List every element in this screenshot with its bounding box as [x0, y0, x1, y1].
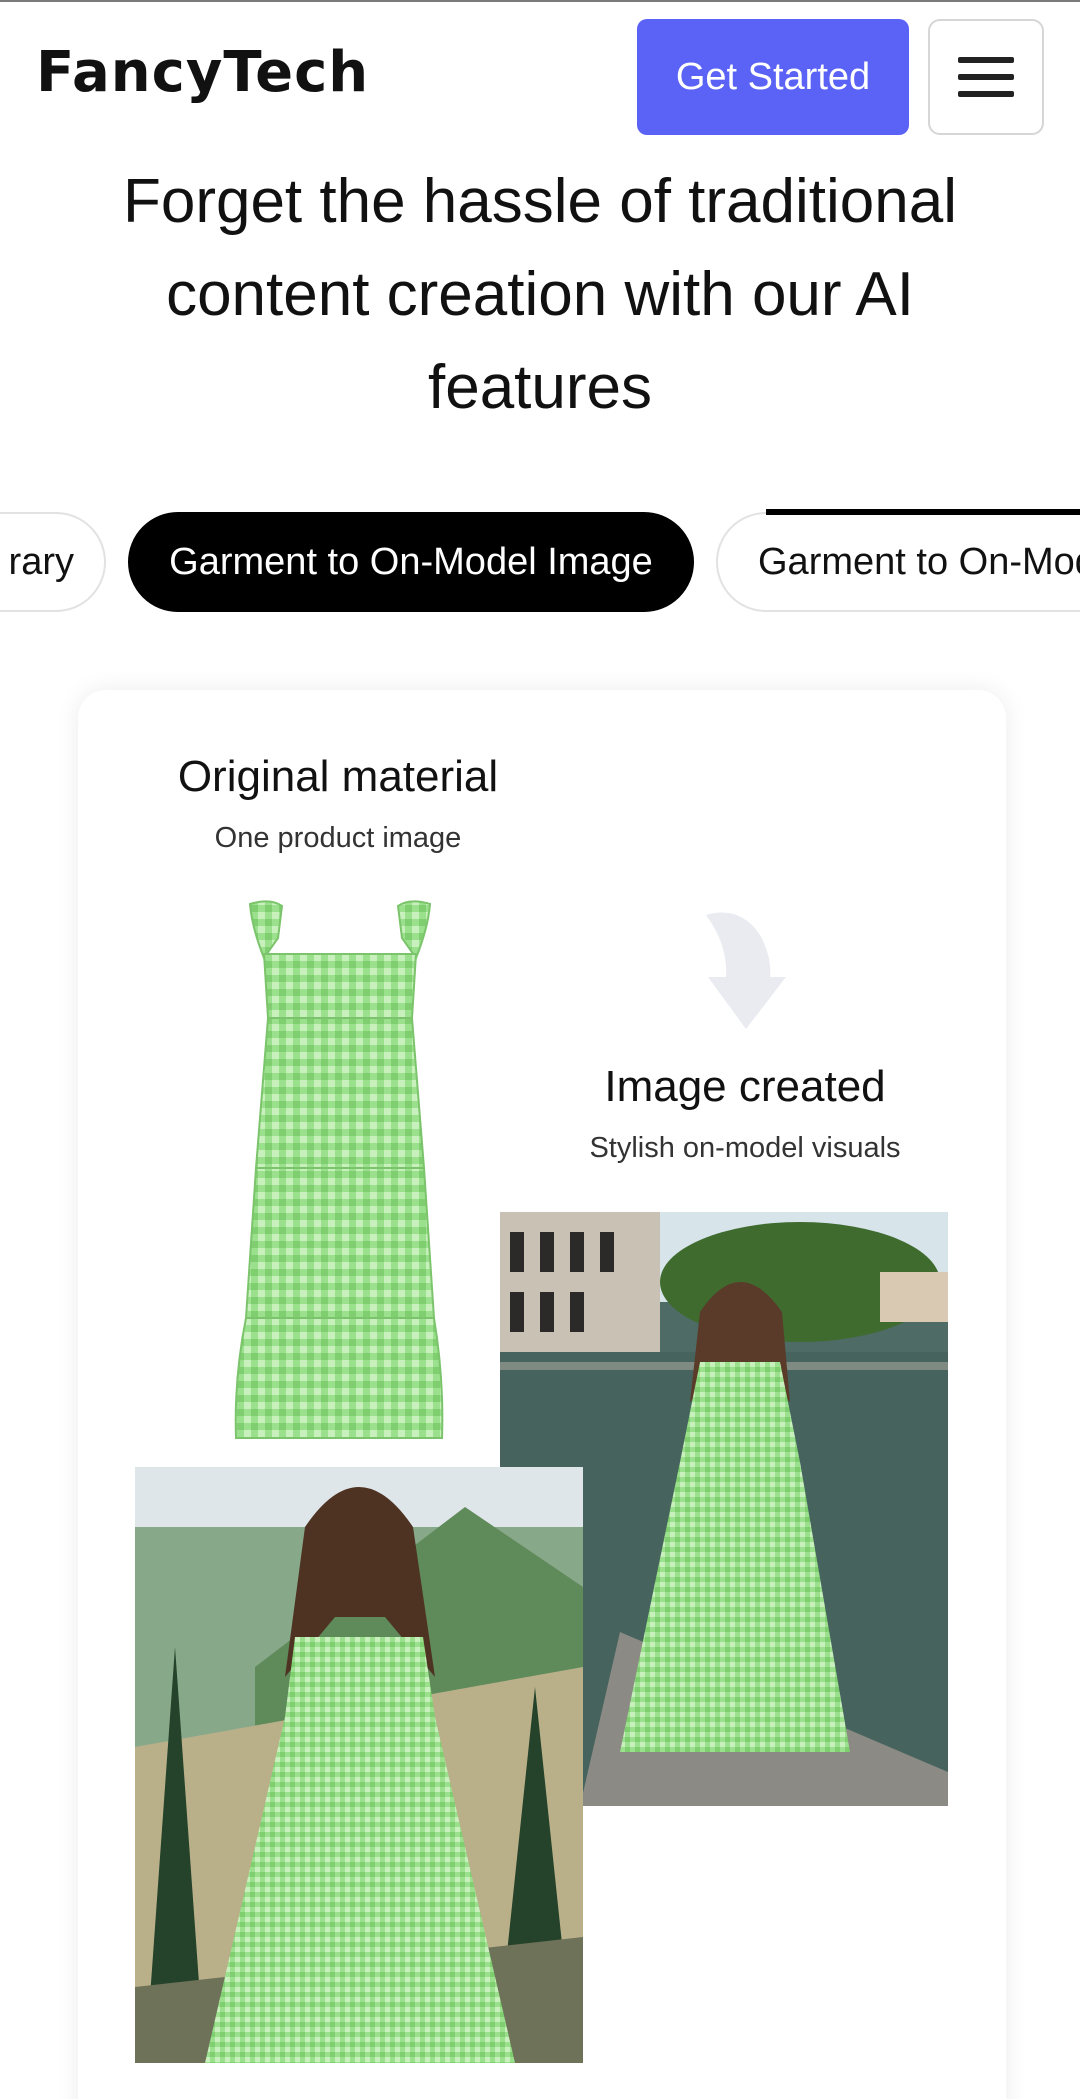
tab-label: Garment to On-Model Image	[169, 540, 653, 583]
original-material-title: Original material	[177, 752, 499, 801]
image-created-title: Image created	[604, 1062, 886, 1111]
hamburger-menu-icon-line	[958, 91, 1014, 97]
tab-label: Garment to On-Mod	[758, 540, 1080, 583]
hamburger-menu-icon	[958, 57, 1014, 63]
hamburger-menu-button[interactable]	[928, 19, 1044, 135]
model-mountain-photo	[135, 1467, 583, 2063]
tab-garment-to-on-model-image[interactable]: Garment to On-Model Image	[128, 512, 694, 612]
brand-logo[interactable]: FancyTech	[36, 40, 369, 105]
original-material-subtitle: One product image	[214, 822, 462, 854]
top-divider	[0, 0, 1080, 2]
tab-label: rary	[8, 540, 74, 583]
dress-product-image	[230, 898, 450, 1446]
hamburger-menu-icon-line	[958, 74, 1014, 80]
page: FancyTech Get Started Forget the hassle …	[0, 0, 1080, 2099]
tab-indicator	[766, 509, 1080, 515]
image-created-subtitle: Stylish on-model visuals	[589, 1132, 901, 1164]
arrow-down-icon	[700, 905, 790, 1035]
tab-library[interactable]: rary	[0, 512, 106, 612]
get-started-button[interactable]: Get Started	[637, 19, 909, 135]
tab-garment-to-on-model-next[interactable]: Garment to On-Mod	[716, 512, 1080, 612]
hero-headline: Forget the hassle of traditional content…	[122, 167, 958, 422]
